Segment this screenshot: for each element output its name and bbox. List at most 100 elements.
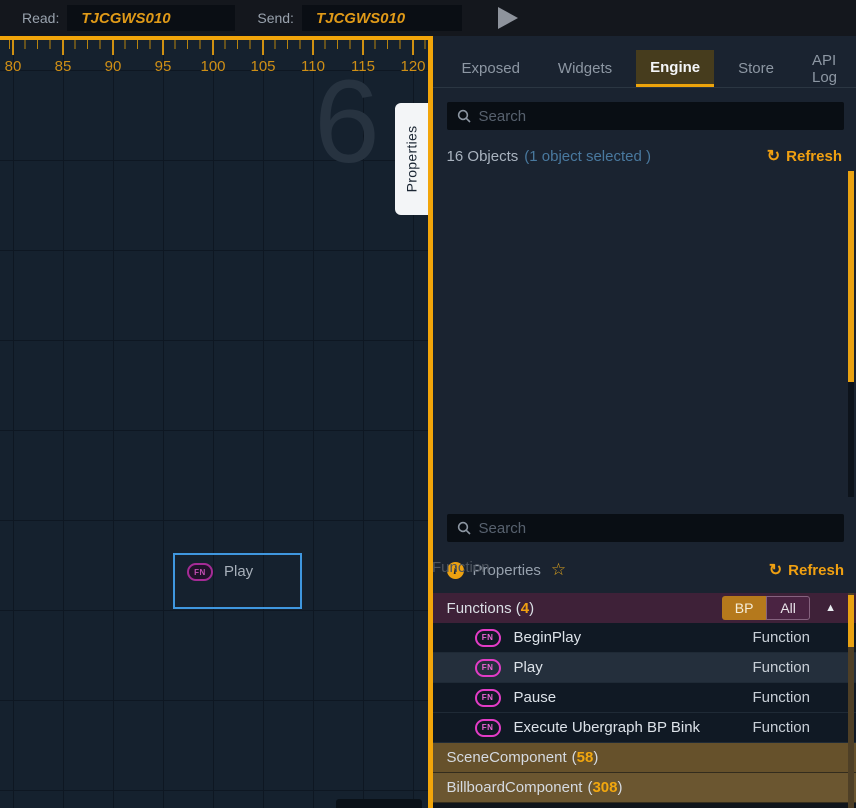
function-name: BeginPlay bbox=[514, 629, 753, 646]
toggle-all-button[interactable]: All bbox=[766, 596, 810, 620]
send-field[interactable]: TJCGWS010 bbox=[302, 5, 462, 31]
functions-list: FN BeginPlay Function FN Play Function F… bbox=[433, 623, 856, 743]
component-section-header[interactable]: SceneComponent ( 58 ) bbox=[433, 743, 856, 773]
function-type: Function bbox=[752, 689, 810, 706]
function-icon: FN bbox=[475, 629, 501, 647]
function-row[interactable]: FN Play Function bbox=[433, 653, 856, 683]
objects-refresh-button[interactable]: ↻ Refresh bbox=[767, 146, 842, 166]
ruler-number: 105 bbox=[250, 58, 275, 75]
properties-scrollbar-thumb[interactable] bbox=[848, 595, 854, 647]
function-name: Pause bbox=[514, 689, 753, 706]
paren-close: ) bbox=[593, 749, 598, 766]
send-value: TJCGWS010 bbox=[316, 10, 405, 27]
component-name: SceneComponent bbox=[447, 749, 567, 766]
function-type: Function bbox=[752, 629, 810, 646]
ruler-number: 90 bbox=[105, 58, 122, 75]
panel-tab-label: Widgets bbox=[558, 60, 612, 77]
function-name: Execute Ubergraph BP Bink bbox=[514, 719, 753, 736]
read-value: TJCGWS010 bbox=[81, 10, 170, 27]
refresh-label: Refresh bbox=[788, 562, 844, 579]
paren-close: ) bbox=[529, 600, 534, 617]
search-icon bbox=[457, 109, 471, 123]
panel-tab-label: Engine bbox=[650, 59, 700, 76]
function-type: Function bbox=[752, 659, 810, 676]
bp-all-toggle: BP All bbox=[722, 596, 810, 620]
toggle-bp-button[interactable]: BP bbox=[722, 596, 766, 620]
canvas-bottom-buttons bbox=[336, 799, 433, 808]
objects-header: 16 Objects (1 object selected ) ↻ Refres… bbox=[447, 146, 842, 166]
panel-tabs: Exposed Widgets Engine Store API Log bbox=[433, 36, 856, 88]
main-area: 80859095100105110115120125 6 Properties … bbox=[0, 36, 856, 808]
panel-tab[interactable]: Engine bbox=[636, 50, 714, 87]
control-panel: Exposed Widgets Engine Store API Log 16 Obje… bbox=[433, 36, 856, 808]
objects-scrollbar[interactable] bbox=[848, 171, 854, 497]
function-name: Play bbox=[514, 659, 753, 676]
panel-tab[interactable]: API Log bbox=[798, 50, 851, 87]
search-icon bbox=[457, 521, 471, 535]
play-function-widget[interactable]: FN Play bbox=[173, 553, 302, 609]
component-sections: SceneComponent ( 58 ) BillboardComponent… bbox=[433, 743, 856, 803]
favorite-star-icon[interactable]: ☆ bbox=[551, 560, 566, 580]
read-field[interactable]: TJCGWS010 bbox=[67, 5, 235, 31]
play-widget-label: Play bbox=[224, 563, 253, 580]
properties-refresh-button[interactable]: ↻ Refresh bbox=[769, 560, 844, 580]
component-section-header[interactable]: BillboardComponent ( 308 ) bbox=[433, 773, 856, 803]
component-name: BillboardComponent bbox=[447, 779, 583, 796]
component-count: 58 bbox=[577, 749, 594, 766]
ruler-number: 120 bbox=[400, 58, 425, 75]
panel-tab-label: Store bbox=[738, 60, 774, 77]
function-icon: FN bbox=[475, 689, 501, 707]
properties-search-box[interactable] bbox=[447, 514, 844, 542]
functions-title: Functions bbox=[447, 600, 512, 617]
function-icon: FN bbox=[475, 719, 501, 737]
panel-tab[interactable]: Widgets bbox=[544, 50, 626, 87]
ruler-number: 80 bbox=[5, 58, 22, 75]
refresh-label: Refresh bbox=[786, 148, 842, 165]
function-row[interactable]: FN BeginPlay Function bbox=[433, 623, 856, 653]
panel-tab-label: API Log bbox=[812, 52, 837, 86]
ruler-number: 100 bbox=[200, 58, 225, 75]
ruler-number: 115 bbox=[351, 58, 375, 75]
objects-search-input[interactable] bbox=[479, 108, 834, 125]
panel-filler bbox=[433, 803, 856, 808]
properties-search-input[interactable] bbox=[479, 520, 834, 537]
ruler: 80859095100105110115120125 bbox=[0, 36, 433, 76]
function-icon: FN bbox=[187, 563, 213, 581]
refresh-icon: ↻ bbox=[769, 560, 782, 580]
properties-side-tab[interactable]: Properties bbox=[395, 103, 428, 215]
top-bar: Read: TJCGWS010 Send: TJCGWS010 bbox=[0, 0, 856, 36]
viewport-frame-right bbox=[428, 36, 433, 808]
objects-count: 16 Objects bbox=[447, 148, 519, 165]
properties-scrollbar[interactable] bbox=[848, 593, 854, 808]
objects-list bbox=[433, 171, 856, 497]
panel-tab-label: Exposed bbox=[462, 60, 520, 77]
paren-close: ) bbox=[618, 779, 623, 796]
objects-search-box[interactable] bbox=[447, 102, 844, 130]
collapse-arrow-icon[interactable]: ▲ bbox=[825, 602, 836, 614]
function-icon: FN bbox=[475, 659, 501, 677]
properties-body: Functions ( 4 ) BP All ▲ FN BeginPlay Fu… bbox=[433, 593, 856, 808]
function-row[interactable]: FN Pause Function bbox=[433, 683, 856, 713]
panel-tab[interactable]: Store bbox=[724, 50, 788, 87]
objects-selection-status: (1 object selected ) bbox=[524, 148, 651, 165]
ghost-function-label: Function bbox=[432, 559, 490, 576]
objects-scrollbar-thumb[interactable] bbox=[848, 171, 854, 382]
play-icon[interactable] bbox=[498, 7, 518, 29]
canvas-bottom-button[interactable] bbox=[336, 799, 422, 808]
refresh-icon: ↻ bbox=[767, 146, 780, 166]
panel-tab[interactable]: Exposed bbox=[448, 50, 534, 87]
read-label: Read: bbox=[22, 10, 59, 26]
functions-section-header[interactable]: Functions ( 4 ) BP All ▲ bbox=[433, 593, 856, 623]
function-row[interactable]: FN Execute Ubergraph BP Bink Function bbox=[433, 713, 856, 743]
viewport-canvas[interactable]: 80859095100105110115120125 6 Properties … bbox=[0, 36, 433, 808]
ruler-number: 85 bbox=[55, 58, 72, 75]
send-label: Send: bbox=[257, 10, 294, 26]
component-count: 308 bbox=[592, 779, 617, 796]
properties-side-tab-label: Properties bbox=[403, 126, 419, 193]
function-type: Function bbox=[752, 719, 810, 736]
functions-count: 4 bbox=[521, 600, 529, 617]
viewport-frame-top bbox=[0, 36, 433, 40]
ruler-number: 110 bbox=[301, 58, 325, 75]
properties-header: i Properties ☆ ↻ Refresh bbox=[447, 555, 844, 585]
ruler-number: 95 bbox=[155, 58, 172, 75]
